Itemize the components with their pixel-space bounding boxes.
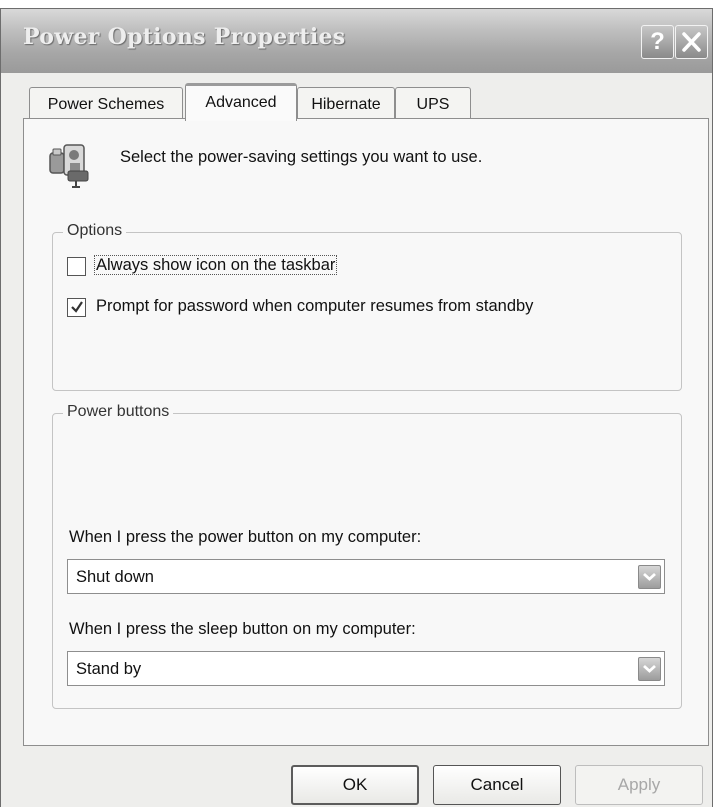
- power-settings-icon: [46, 139, 98, 196]
- prompt-password-checkbox[interactable]: [67, 298, 86, 317]
- help-button[interactable]: ?: [641, 25, 674, 59]
- apply-button[interactable]: Apply: [575, 765, 703, 805]
- close-button[interactable]: [675, 25, 708, 59]
- always-show-icon-checkbox[interactable]: [67, 257, 86, 276]
- prompt-password-label[interactable]: Prompt for password when computer resume…: [96, 297, 533, 316]
- tab-label: UPS: [416, 96, 450, 113]
- checkbox-label-text: Always show icon on the taskbar: [94, 255, 338, 275]
- chevron-down-icon: [643, 664, 656, 673]
- power-button-action-select[interactable]: Shut down: [67, 559, 665, 594]
- ok-button[interactable]: OK: [291, 765, 419, 805]
- chevron-down-icon: [643, 572, 656, 581]
- sleep-button-action-select[interactable]: Stand by: [67, 651, 665, 686]
- sleep-button-value: Stand by: [76, 660, 142, 678]
- sleep-button-label: When I press the sleep button on my comp…: [69, 620, 416, 638]
- help-icon: ?: [650, 28, 665, 55]
- cancel-button[interactable]: Cancel: [433, 765, 561, 805]
- checkmark-icon: [71, 301, 83, 313]
- dialog-client-area: Power Schemes Advanced Hibernate UPS Sel…: [1, 73, 712, 808]
- power-button-value: Shut down: [76, 568, 154, 586]
- power-buttons-legend: Power buttons: [63, 403, 174, 421]
- close-icon: [682, 32, 701, 52]
- options-group: Options Always show icon on the taskbar …: [52, 222, 682, 391]
- tab-label: Hibernate: [311, 96, 381, 113]
- power-button-label: When I press the power button on my comp…: [69, 528, 422, 546]
- advanced-tab-panel: Select the power-saving settings you wan…: [23, 118, 709, 746]
- title-bar[interactable]: Power Options Properties ?: [1, 9, 712, 73]
- intro-text: Select the power-saving settings you wan…: [120, 148, 483, 166]
- power-options-dialog: Power Options Properties ? Power Schemes…: [0, 8, 713, 807]
- always-show-icon-label[interactable]: Always show icon on the taskbar: [94, 255, 338, 275]
- tab-advanced[interactable]: Advanced: [185, 83, 297, 121]
- tab-ups[interactable]: UPS: [395, 87, 471, 121]
- options-legend: Options: [63, 222, 127, 240]
- dropdown-button[interactable]: [638, 657, 661, 681]
- tab-label: Power Schemes: [47, 96, 165, 113]
- dropdown-button[interactable]: [638, 565, 661, 589]
- tab-power-schemes[interactable]: Power Schemes: [29, 87, 183, 121]
- window-title: Power Options Properties: [23, 24, 346, 50]
- power-buttons-group: Power buttons When I press the power but…: [52, 403, 682, 709]
- tab-label: Advanced: [205, 94, 277, 111]
- tab-hibernate[interactable]: Hibernate: [297, 87, 395, 121]
